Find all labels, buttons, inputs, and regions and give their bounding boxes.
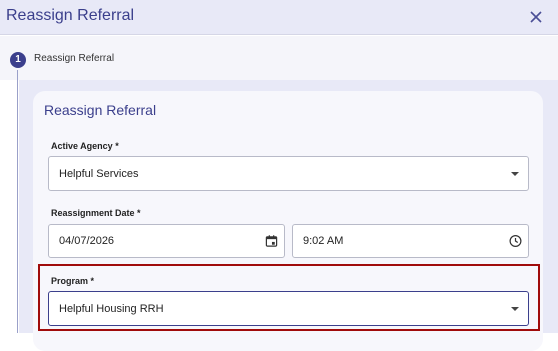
stepper-connector-line (17, 70, 18, 333)
reassignment-time-input[interactable]: 9:02 AM (292, 224, 529, 258)
program-select[interactable]: Helpful Housing RRH (48, 291, 529, 326)
form-title: Reassign Referral (44, 102, 157, 118)
time-value: 9:02 AM (303, 235, 344, 247)
dropdown-arrow-icon (511, 171, 519, 176)
reassignment-date-input[interactable]: 04/07/2026 (48, 224, 285, 258)
active-agency-label: Active Agency * (51, 141, 119, 151)
active-agency-select[interactable]: Helpful Services (48, 156, 529, 191)
reassignment-date-label: Reassignment Date * (51, 208, 141, 218)
modal-header: Reassign Referral (0, 0, 558, 35)
active-agency-value: Helpful Services (59, 167, 139, 180)
clock-icon[interactable] (509, 235, 522, 248)
program-label: Program * (51, 276, 95, 286)
dropdown-arrow-icon (511, 306, 519, 311)
step-number-badge: 1 (10, 52, 26, 68)
calendar-icon[interactable] (265, 235, 278, 248)
close-button[interactable] (526, 7, 546, 27)
close-icon (530, 11, 542, 23)
step-label: Reassign Referral (34, 53, 115, 64)
program-value: Helpful Housing RRH (59, 302, 164, 315)
modal-title: Reassign Referral (6, 7, 135, 24)
stepper: 1 Reassign Referral (0, 36, 558, 80)
date-value: 04/07/2026 (59, 235, 115, 247)
